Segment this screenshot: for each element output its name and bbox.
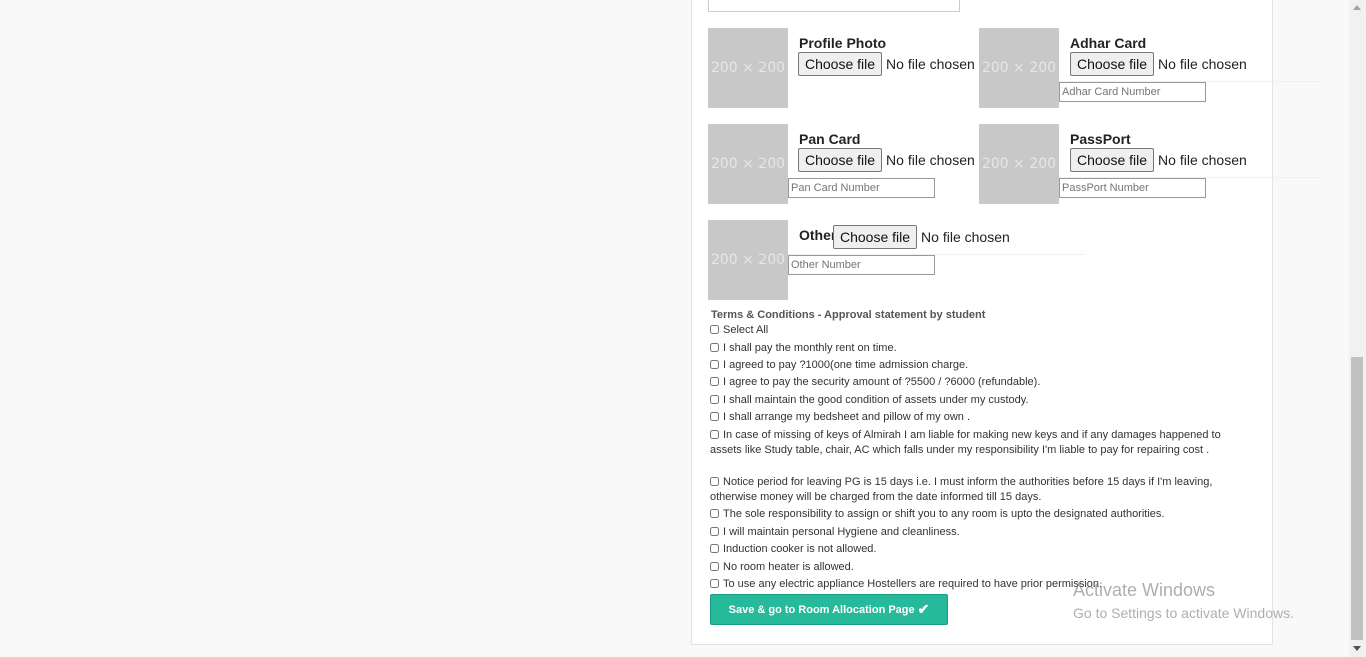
pan-card-file-input[interactable]: Choose file No file chosen [798, 148, 975, 172]
choose-file-button[interactable]: Choose file [1070, 148, 1155, 172]
adhar-card-thumbnail: 200 × 200 [979, 28, 1059, 108]
other-file-input[interactable]: Choose file No file chosen [833, 225, 1010, 249]
activate-windows-title: Activate Windows [1073, 580, 1216, 600]
other-thumbnail: 200 × 200 [708, 220, 788, 300]
file-status: No file chosen [1158, 56, 1247, 72]
adhar-card-label: Adhar Card [1070, 35, 1147, 51]
file-status: No file chosen [1158, 152, 1247, 168]
term-text: In case of missing of keys of Almirah I … [710, 429, 1221, 456]
passport-file-input[interactable]: Choose file No file chosen [1070, 148, 1247, 172]
file-status: No file chosen [886, 56, 975, 72]
term-checkbox[interactable] [710, 395, 719, 404]
pan-card-label: Pan Card [799, 131, 861, 147]
pan-card-thumbnail: 200 × 200 [708, 124, 788, 204]
file-status: No file chosen [921, 229, 1010, 245]
previous-field-input[interactable] [708, 0, 960, 12]
choose-file-button[interactable]: Choose file [833, 225, 918, 249]
term-text: I agree to pay the security amount of ?5… [723, 376, 1041, 388]
pan-card-number-input[interactable] [788, 178, 935, 198]
term-checkbox[interactable] [710, 360, 719, 369]
checkmark-icon: ✔ [917, 601, 930, 617]
select-all-label: Select All [723, 324, 769, 336]
profile-photo-file-input[interactable]: Choose file No file chosen [798, 52, 975, 76]
adhar-card-number-input[interactable] [1059, 82, 1206, 102]
term-checkbox[interactable] [710, 377, 719, 386]
term-item: I agree to pay the security amount of ?5… [710, 375, 1230, 390]
select-all-row: Select All [710, 323, 1230, 338]
scroll-up-arrow-icon[interactable] [1353, 5, 1361, 10]
term-text: Induction cooker is not allowed. [723, 543, 877, 555]
term-checkbox[interactable] [710, 579, 719, 588]
term-checkbox[interactable] [710, 477, 719, 486]
term-text: The sole responsibility to assign or shi… [723, 508, 1165, 520]
term-text: I shall pay the monthly rent on time. [723, 342, 897, 354]
term-checkbox[interactable] [710, 544, 719, 553]
profile-photo-thumbnail: 200 × 200 [708, 28, 788, 108]
other-label: Other [799, 227, 837, 243]
choose-file-button[interactable]: Choose file [798, 148, 883, 172]
file-status: No file chosen [886, 152, 975, 168]
passport-thumbnail: 200 × 200 [979, 124, 1059, 204]
term-checkbox[interactable] [710, 430, 719, 439]
activate-windows-subtitle: Go to Settings to activate Windows. [1073, 605, 1294, 621]
other-number-input[interactable] [788, 255, 935, 275]
term-item: I shall pay the monthly rent on time. [710, 341, 1230, 356]
select-all-checkbox[interactable] [710, 325, 719, 334]
term-text: I shall maintain the good condition of a… [723, 394, 1029, 406]
term-text: No room heater is allowed. [723, 561, 854, 573]
adhar-card-file-input[interactable]: Choose file No file chosen [1070, 52, 1247, 76]
term-item: Induction cooker is not allowed. [710, 542, 1230, 557]
term-item: In case of missing of keys of Almirah I … [710, 428, 1230, 458]
term-item: I shall maintain the good condition of a… [710, 393, 1230, 408]
term-checkbox[interactable] [710, 412, 719, 421]
term-checkbox[interactable] [710, 527, 719, 536]
term-item: Notice period for leaving PG is 15 days … [710, 475, 1230, 505]
term-text: Notice period for leaving PG is 15 days … [710, 476, 1213, 503]
save-button-label: Save & go to Room Allocation Page [728, 603, 915, 616]
term-item: I will maintain personal Hygiene and cle… [710, 525, 1230, 540]
term-checkbox[interactable] [710, 562, 719, 571]
scroll-thumb[interactable] [1351, 357, 1363, 640]
term-checkbox[interactable] [710, 509, 719, 518]
choose-file-button[interactable]: Choose file [1070, 52, 1155, 76]
passport-number-input[interactable] [1059, 178, 1206, 198]
passport-label: PassPort [1070, 131, 1131, 147]
terms-title: Terms & Conditions - Approval statement … [711, 309, 986, 321]
page-scrollbar[interactable] [1349, 0, 1366, 657]
term-item: No room heater is allowed. [710, 560, 1230, 575]
term-text: I shall arrange my bedsheet and pillow o… [723, 411, 971, 423]
term-text: To use any electric appliance Hostellers… [723, 578, 1103, 590]
term-item: I shall arrange my bedsheet and pillow o… [710, 410, 1230, 425]
term-text: I will maintain personal Hygiene and cle… [723, 526, 960, 538]
term-item: The sole responsibility to assign or shi… [710, 507, 1230, 522]
save-and-go-button[interactable]: Save & go to Room Allocation Page ✔ [710, 594, 948, 625]
profile-photo-label: Profile Photo [799, 35, 887, 51]
term-text: I agreed to pay ?1000(one time admission… [723, 359, 969, 371]
term-checkbox[interactable] [710, 343, 719, 352]
choose-file-button[interactable]: Choose file [798, 52, 883, 76]
term-item: I agreed to pay ?1000(one time admission… [710, 358, 1230, 373]
scroll-down-arrow-icon[interactable] [1353, 646, 1361, 651]
